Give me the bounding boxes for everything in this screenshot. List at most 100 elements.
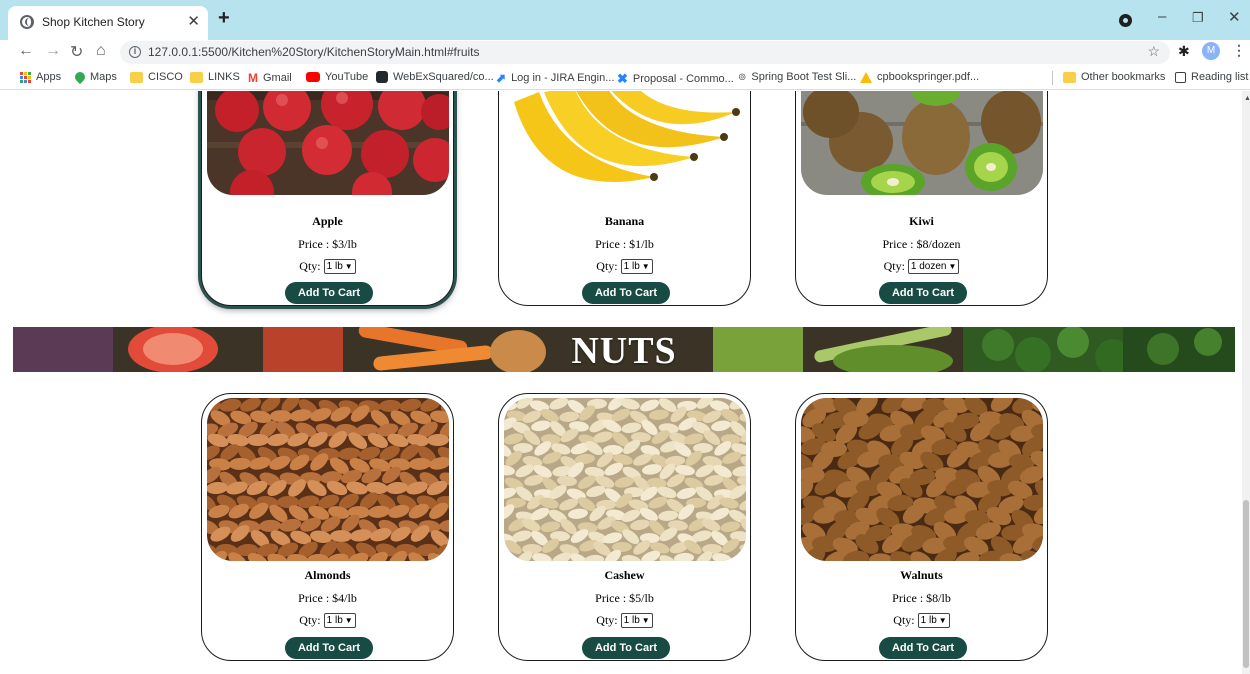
bookmark-label: WebExSquared/co... bbox=[393, 71, 494, 83]
jira-icon: ⬈ bbox=[496, 71, 507, 85]
qty-select[interactable]: 1 dozen ▼ bbox=[907, 259, 960, 274]
qty-row: Qty: 1 lb ▼ bbox=[499, 613, 750, 628]
qty-value: 1 lb bbox=[920, 615, 937, 626]
drive-icon bbox=[860, 71, 872, 83]
apps-grid-icon bbox=[20, 71, 31, 83]
browser-toolbar: ← → ↻ ⌂ i 127.0.0.1:5500/Kitchen%20Story… bbox=[0, 40, 1250, 66]
profile-avatar[interactable]: M bbox=[1202, 42, 1220, 60]
product-card-apple: Apple Price : $3/lb Qty: 1 lb ▼ Add To Ca… bbox=[201, 91, 454, 306]
close-tab-icon[interactable]: ✕ bbox=[187, 12, 200, 30]
chevron-down-icon: ▼ bbox=[641, 616, 650, 625]
add-to-cart-button[interactable]: Add To Cart bbox=[582, 637, 670, 659]
browser-menu-icon[interactable]: ⋮ bbox=[1232, 42, 1246, 59]
bookmark-maps[interactable]: Maps bbox=[72, 69, 117, 85]
qty-row: Qty: 1 lb ▼ bbox=[202, 613, 453, 628]
section-title: NUTS bbox=[571, 330, 677, 372]
incognito-indicator-icon[interactable] bbox=[1119, 14, 1132, 27]
product-name: Apple bbox=[312, 214, 343, 228]
qty-label: Qty: bbox=[893, 613, 915, 627]
product-price: Price : $5/lb bbox=[595, 591, 654, 605]
bookmark-proposal[interactable]: ✖ Proposal - Commo... bbox=[617, 71, 734, 87]
address-bar[interactable]: i 127.0.0.1:5500/Kitchen%20Story/Kitchen… bbox=[120, 41, 1170, 64]
qty-select[interactable]: 1 lb ▼ bbox=[620, 259, 653, 274]
reading-list-icon bbox=[1175, 71, 1186, 83]
qty-label: Qty: bbox=[596, 259, 618, 273]
chevron-down-icon: ▼ bbox=[938, 616, 947, 625]
banana-image bbox=[504, 91, 746, 195]
browser-tab[interactable]: Shop Kitchen Story ✕ bbox=[8, 6, 208, 40]
page-viewport: Apple Price : $3/lb Qty: 1 lb ▼ Add To Ca… bbox=[0, 91, 1242, 674]
qty-value: 1 lb bbox=[623, 261, 640, 272]
qty-row: Qty: 1 lb ▼ bbox=[202, 259, 453, 274]
info-icon[interactable]: i bbox=[129, 46, 141, 58]
home-icon[interactable]: ⌂ bbox=[96, 42, 106, 60]
bookmark-label: YouTube bbox=[325, 71, 369, 83]
kiwi-image bbox=[801, 91, 1043, 195]
bookmark-webex[interactable]: WebExSquared/co... bbox=[376, 71, 494, 83]
product-name: Cashew bbox=[604, 568, 645, 582]
bookmark-star-icon[interactable]: ☆ bbox=[1147, 43, 1160, 60]
confluence-icon: ✖ bbox=[617, 71, 628, 86]
product-price: Price : $3/lb bbox=[298, 237, 357, 251]
restore-icon[interactable]: ❐ bbox=[1192, 10, 1204, 26]
scrollbar-thumb[interactable] bbox=[1243, 500, 1249, 668]
product-card-banana: Banana Price : $1/lb Qty: 1 lb ▼ Add To C… bbox=[498, 91, 751, 306]
new-tab-icon[interactable]: + bbox=[218, 7, 230, 30]
qty-label: Qty: bbox=[883, 259, 905, 273]
qty-select[interactable]: 1 lb ▼ bbox=[323, 259, 356, 274]
folder-icon bbox=[190, 71, 203, 83]
bookmark-spring[interactable]: ⊚ Spring Boot Test Sli... bbox=[738, 71, 856, 83]
bookmark-cpbook[interactable]: cpbookspringer.pdf... bbox=[860, 71, 979, 83]
product-name: Walnuts bbox=[900, 568, 943, 582]
qty-select[interactable]: 1 lb ▼ bbox=[917, 613, 950, 628]
product-name: Almonds bbox=[304, 568, 351, 582]
bookmark-apps[interactable]: Apps bbox=[20, 71, 61, 83]
bookmark-other[interactable]: Other bookmarks bbox=[1063, 71, 1165, 83]
forward-icon[interactable]: → bbox=[45, 42, 61, 60]
chevron-down-icon: ▼ bbox=[344, 616, 353, 625]
scroll-up-arrow-icon[interactable]: ▲ bbox=[1244, 95, 1250, 102]
maps-pin-icon bbox=[72, 69, 88, 85]
add-to-cart-button[interactable]: Add To Cart bbox=[582, 282, 670, 304]
qty-select[interactable]: 1 lb ▼ bbox=[323, 613, 356, 628]
folder-icon bbox=[130, 71, 143, 83]
product-card-kiwi: Kiwi Price : $8/dozen Qty: 1 dozen ▼ Add … bbox=[795, 91, 1048, 306]
apple-image bbox=[207, 91, 449, 195]
product-card-cashew: Cashew Price : $5/lb Qty: 1 lb ▼ Add To C… bbox=[498, 393, 751, 661]
product-price: Price : $4/lb bbox=[298, 591, 357, 605]
extensions-puzzle-icon[interactable]: ✱ bbox=[1178, 43, 1190, 60]
almonds-image bbox=[207, 398, 449, 561]
bookmark-label: Other bookmarks bbox=[1081, 71, 1166, 83]
add-to-cart-button[interactable]: Add To Cart bbox=[879, 637, 967, 659]
youtube-icon bbox=[306, 72, 320, 82]
back-icon[interactable]: ← bbox=[18, 42, 34, 60]
product-price: Price : $8/dozen bbox=[882, 237, 961, 251]
bookmark-youtube[interactable]: YouTube bbox=[306, 71, 368, 83]
bookmark-links[interactable]: LINKS bbox=[190, 71, 240, 83]
product-card-walnuts: Walnuts Price : $8/lb Qty: 1 lb ▼ Add To … bbox=[795, 393, 1048, 661]
add-to-cart-button[interactable]: Add To Cart bbox=[879, 282, 967, 304]
product-price: Price : $1/lb bbox=[595, 237, 654, 251]
bookmark-label: Maps bbox=[90, 71, 117, 83]
github-icon bbox=[376, 71, 388, 83]
qty-select[interactable]: 1 lb ▼ bbox=[620, 613, 653, 628]
bookmark-label: cpbookspringer.pdf... bbox=[877, 71, 980, 83]
minimize-icon[interactable]: – bbox=[1158, 8, 1166, 25]
add-to-cart-button[interactable]: Add To Cart bbox=[285, 282, 373, 304]
gmail-icon: M bbox=[248, 71, 258, 85]
bookmark-cisco[interactable]: CISCO bbox=[130, 71, 183, 83]
bookmark-label: Log in - JIRA Engin... bbox=[511, 72, 615, 84]
reload-icon[interactable]: ↻ bbox=[70, 42, 83, 62]
bookmark-gmail[interactable]: M Gmail bbox=[248, 71, 292, 85]
bookmark-label: Proposal - Commo... bbox=[632, 73, 734, 85]
bookmark-jira[interactable]: ⬈ Log in - JIRA Engin... bbox=[496, 71, 614, 85]
close-window-icon[interactable]: ✕ bbox=[1228, 8, 1241, 26]
globe-icon: ⊚ bbox=[738, 71, 747, 83]
chevron-down-icon: ▼ bbox=[641, 262, 650, 271]
qty-value: 1 lb bbox=[623, 615, 640, 626]
reading-list[interactable]: Reading list bbox=[1175, 71, 1248, 83]
url-text[interactable]: 127.0.0.1:5500/Kitchen%20Story/KitchenSt… bbox=[148, 45, 480, 59]
add-to-cart-button[interactable]: Add To Cart bbox=[285, 637, 373, 659]
folder-icon bbox=[1063, 71, 1076, 83]
tab-title: Shop Kitchen Story bbox=[42, 15, 145, 29]
